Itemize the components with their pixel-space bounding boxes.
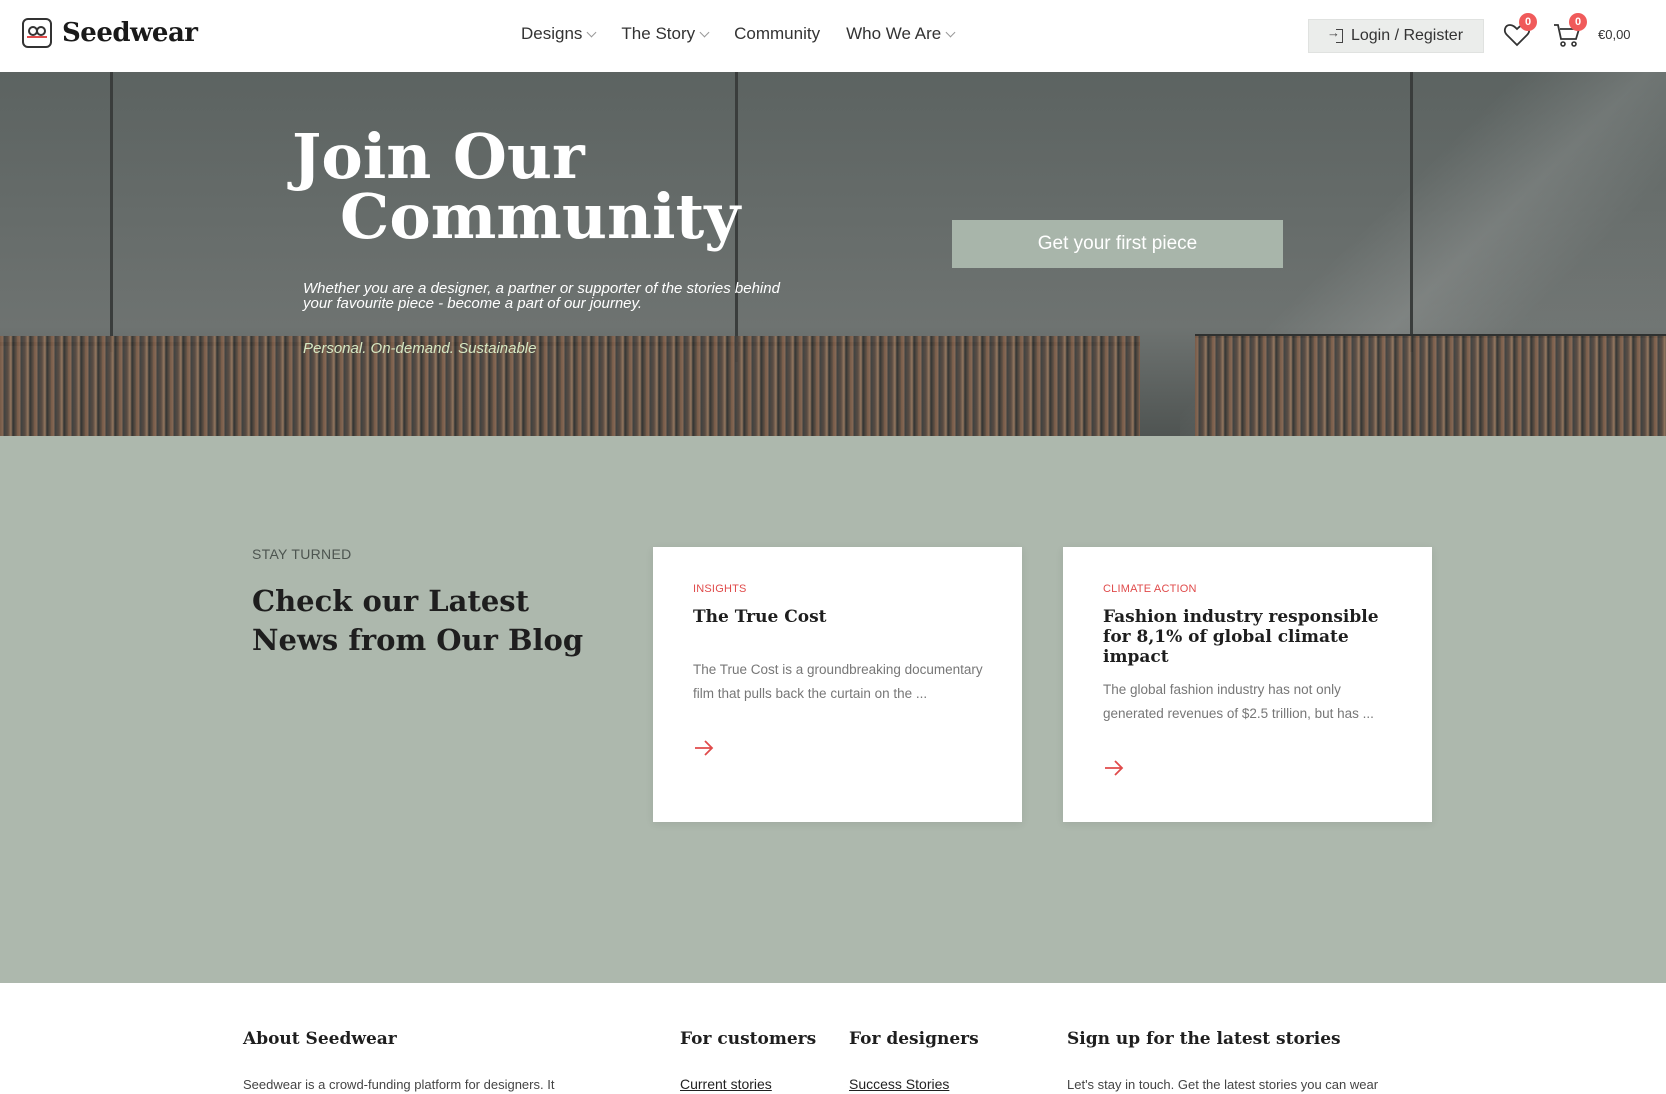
- footer-signup-text: Let's stay in touch. Get the latest stor…: [1067, 1077, 1379, 1092]
- blog-card[interactable]: INSIGHTS The True Cost The True Cost is …: [653, 547, 1022, 822]
- nav-item-community[interactable]: Community: [734, 24, 820, 44]
- nav-item-label: Who We Are: [846, 24, 942, 43]
- get-first-piece-button[interactable]: Get your first piece: [952, 220, 1283, 268]
- login-icon: [1327, 25, 1343, 43]
- site-header: Seedwear Designs The Story Community Who…: [0, 0, 1666, 72]
- card-title[interactable]: Fashion industry responsible for 8,1% of…: [1103, 607, 1403, 667]
- wishlist-button[interactable]: 0: [1503, 13, 1537, 48]
- arrow-right-icon[interactable]: [1103, 758, 1125, 778]
- logo-icon: [22, 18, 52, 48]
- card-category[interactable]: CLIMATE ACTION: [1103, 583, 1197, 595]
- site-footer: About Seedwear Seedwear is a crowd-fundi…: [0, 983, 1666, 1094]
- footer-customers-title: For customers: [680, 1029, 817, 1049]
- card-title[interactable]: The True Cost: [693, 607, 993, 627]
- rack-pole: [1410, 72, 1413, 352]
- footer-signup-title: Sign up for the latest stories: [1067, 1029, 1341, 1049]
- footer-designers-title: For designers: [849, 1029, 979, 1049]
- footer-about-title: About Seedwear: [243, 1029, 397, 1049]
- rack-pole: [110, 72, 113, 352]
- main-nav: Designs The Story Community Who We Are: [521, 24, 956, 44]
- cart-button[interactable]: 0: [1553, 13, 1587, 48]
- news-eyebrow: STAY TURNED: [252, 546, 352, 562]
- nav-item-label: Community: [734, 24, 821, 43]
- footer-link-current-stories[interactable]: Current stories: [680, 1076, 772, 1092]
- card-excerpt: The True Cost is a groundbreaking docume…: [693, 662, 983, 701]
- chevron-down-icon: [586, 27, 597, 37]
- hero-tagline: Personal. On-demand. Sustainable: [303, 340, 537, 357]
- hero-banner: Join Our Community Whether you are a des…: [0, 72, 1666, 436]
- cart-count-badge: 0: [1569, 13, 1587, 31]
- nav-item-label: Designs: [521, 24, 583, 43]
- footer-about-text: Seedwear is a crowd-funding platform for…: [243, 1077, 555, 1092]
- card-excerpt: The global fashion industry has not only…: [1103, 682, 1374, 721]
- clothes-rack-right: [1195, 336, 1666, 436]
- login-label: Login / Register: [1350, 27, 1464, 44]
- footer-link-success-stories[interactable]: Success Stories: [849, 1076, 949, 1092]
- clothes-rack-left: [0, 336, 1140, 436]
- news-title: Check our Latest News from Our Blog: [252, 584, 584, 657]
- login-register-button[interactable]: Login / Register: [1308, 19, 1484, 53]
- chevron-down-icon: [699, 27, 710, 37]
- cart-total[interactable]: €0,00: [1598, 27, 1631, 42]
- arrow-right-icon[interactable]: [693, 738, 715, 758]
- brand-logo[interactable]: Seedwear: [22, 18, 198, 48]
- hero-title-line2: Community: [340, 180, 741, 253]
- nav-item-label: The Story: [621, 24, 696, 43]
- nav-item-designs[interactable]: Designs: [521, 24, 597, 44]
- chevron-down-icon: [945, 27, 956, 37]
- hero-title: Join Our Community: [292, 126, 741, 253]
- nav-item-who-we-are[interactable]: Who We Are: [846, 24, 956, 44]
- nav-item-the-story[interactable]: The Story: [621, 24, 710, 44]
- hero-subtitle: Whether you are a designer, a partner or…: [303, 280, 780, 312]
- blog-card[interactable]: CLIMATE ACTION Fashion industry responsi…: [1063, 547, 1432, 822]
- news-section: STAY TURNED Check our Latest News from O…: [0, 436, 1666, 983]
- wishlist-count-badge: 0: [1519, 13, 1537, 31]
- card-category[interactable]: INSIGHTS: [693, 583, 747, 595]
- brand-name: Seedwear: [62, 18, 198, 48]
